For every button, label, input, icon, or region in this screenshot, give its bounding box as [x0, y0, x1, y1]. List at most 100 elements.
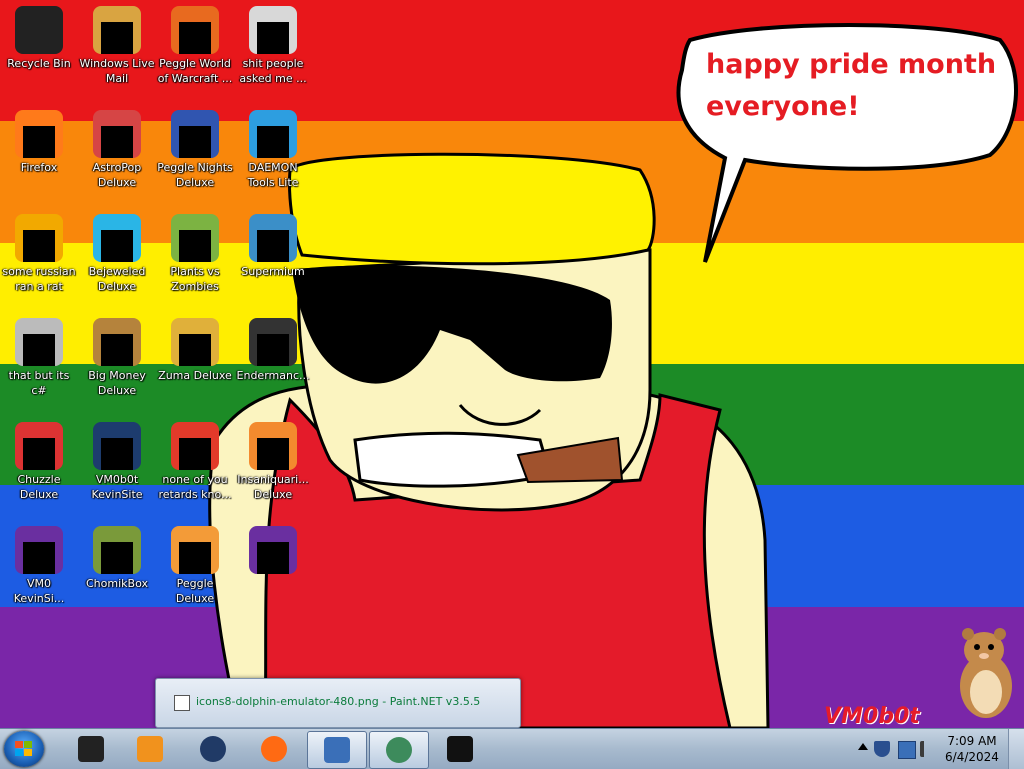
desktop-icon[interactable]: ChomikBox: [78, 526, 156, 626]
recycle-bin-icon: [15, 6, 63, 54]
desktop-icon[interactable]: Zuma Deluxe: [156, 318, 234, 418]
desktop-icon[interactable]: Firefox: [0, 110, 78, 210]
desktop-icon[interactable]: DAEMON Tools Lite: [234, 110, 312, 210]
thumbnail-title: icons8-dolphin-emulator-480.png - Paint.…: [196, 695, 481, 708]
globe-icon: [200, 736, 226, 762]
volume-icon[interactable]: [920, 741, 940, 757]
windows-logo-icon: [15, 741, 32, 756]
desktop-icon-label: Supermium: [241, 265, 305, 278]
redaction-box: [23, 230, 55, 262]
zuma-icon: [171, 318, 219, 366]
network-icon[interactable]: [898, 741, 916, 759]
desktop-icon-label: shit people asked me ...: [239, 57, 307, 85]
desktop-icon[interactable]: that but its c#: [0, 318, 78, 418]
redaction-box: [101, 438, 133, 470]
files-icon: [15, 318, 63, 366]
redaction-box: [257, 334, 289, 366]
desktop-icon[interactable]: Windows Live Mail: [78, 6, 156, 106]
clock[interactable]: 7:09 AM 6/4/2024: [944, 733, 1000, 765]
desktop-icon-label: Peggle Nights Deluxe: [157, 161, 233, 189]
speech-bubble-line-1: happy pride month: [706, 49, 997, 80]
start-button[interactable]: [4, 731, 44, 767]
redaction-box: [23, 126, 55, 158]
desktop-icon-label: Recycle Bin: [7, 57, 71, 70]
redaction-box: [257, 438, 289, 470]
chomikbox-icon: [93, 526, 141, 574]
desktop-icon[interactable]: Peggle World of Warcraft ...: [156, 6, 234, 106]
desktop-icon[interactable]: Bejeweled Deluxe: [78, 214, 156, 314]
desktop-icon[interactable]: Big Money Deluxe: [78, 318, 156, 418]
redaction-box: [23, 438, 55, 470]
paint-net-icon: [324, 737, 350, 763]
redaction-box: [101, 230, 133, 262]
redaction-box: [23, 542, 55, 574]
astropop-icon: [93, 110, 141, 158]
shield-icon[interactable]: [874, 741, 890, 757]
taskbar-button[interactable]: [369, 731, 429, 769]
redaction-box: [23, 334, 55, 366]
terminal-icon: [249, 318, 297, 366]
peggle-deluxe-icon: [171, 526, 219, 574]
desktop-icon-label: Peggle Deluxe: [175, 577, 215, 605]
desktop-icon[interactable]: Supermium: [234, 214, 312, 314]
desktop-icon-label: some russian ran a rat: [2, 265, 76, 293]
desktop-icon-label: ChomikBox: [86, 577, 148, 590]
desktop-icon-label: Firefox: [20, 161, 58, 174]
visual-studio-icon: [15, 526, 63, 574]
desktop-icon[interactable]: Peggle Deluxe: [156, 526, 234, 626]
redaction-box: [179, 22, 211, 54]
desktop-icon[interactable]: none of you retards kno...: [156, 422, 234, 522]
redaction-box: [179, 334, 211, 366]
taskbar-button[interactable]: [62, 731, 120, 767]
peggle-nights-icon: [171, 110, 219, 158]
desktop-icon[interactable]: Recycle Bin: [0, 6, 78, 106]
desktop-icon[interactable]: AstroPop Deluxe: [78, 110, 156, 210]
desktop-icon[interactable]: [234, 526, 312, 626]
desktop-icon[interactable]: Chuzzle Deluxe: [0, 422, 78, 522]
system-tray: [858, 731, 944, 767]
taskbar-button[interactable]: [431, 731, 489, 767]
mail-icon: [93, 6, 141, 54]
desktop-icon[interactable]: Plants vs Zombies: [156, 214, 234, 314]
desktop-icon-label: Windows Live Mail: [79, 57, 155, 85]
show-hidden-icons-icon[interactable]: [858, 743, 868, 750]
clock-date: 6/4/2024: [945, 750, 999, 764]
redaction-box: [257, 22, 289, 54]
desktop-icon-label: DAEMON Tools Lite: [247, 161, 299, 189]
plants-vs-zombies-icon: [171, 214, 219, 262]
taskbar-button[interactable]: [184, 731, 242, 767]
taskbar-button[interactable]: [307, 731, 367, 769]
desktop-icon[interactable]: some russian ran a rat: [0, 214, 78, 314]
desktop-icon-label: none of you retards kno...: [158, 473, 232, 501]
redaction-box: [101, 542, 133, 574]
desktop-icon-label: AstroPop Deluxe: [92, 161, 142, 189]
redaction-box: [179, 126, 211, 158]
desktop-icon[interactable]: Peggle Nights Deluxe: [156, 110, 234, 210]
taskbar-button[interactable]: [121, 731, 179, 767]
desktop-icon[interactable]: VM0 KevinSi...: [0, 526, 78, 626]
media-player-icon: [137, 736, 163, 762]
desktop-icon[interactable]: Insaniquari... Deluxe: [234, 422, 312, 522]
redaction-box: [257, 230, 289, 262]
paint-net-icon: [174, 695, 190, 711]
document-icon: [15, 214, 63, 262]
fish-icon: [249, 422, 297, 470]
show-desktop-button[interactable]: [1008, 729, 1024, 769]
redaction-box: [179, 438, 211, 470]
desktop[interactable]: happy pride month everyone! Recycle Bin W…: [0, 0, 1024, 728]
taskbar-thumbnail-preview[interactable]: icons8-dolphin-emulator-480.png - Paint.…: [155, 678, 521, 728]
desktop-icon[interactable]: shit people asked me ...: [234, 6, 312, 106]
desktop-icon-label: Insaniquari... Deluxe: [237, 473, 309, 501]
desktop-icon-label: that but its c#: [8, 369, 70, 397]
browser-icon: [386, 737, 412, 763]
desktop-icon[interactable]: Endermanc...: [234, 318, 312, 418]
desktop-icon[interactable]: VM0b0t KevinSite: [78, 422, 156, 522]
speech-bubble-text: happy pride month everyone!: [706, 44, 997, 128]
chuzzle-icon: [15, 422, 63, 470]
round-icon: [171, 422, 219, 470]
hamster-mascot-icon: [960, 628, 1012, 718]
redaction-box: [179, 230, 211, 262]
money-bag-icon: [93, 318, 141, 366]
desktop-icon-label: Plants vs Zombies: [170, 265, 220, 293]
taskbar-button[interactable]: [245, 731, 303, 767]
